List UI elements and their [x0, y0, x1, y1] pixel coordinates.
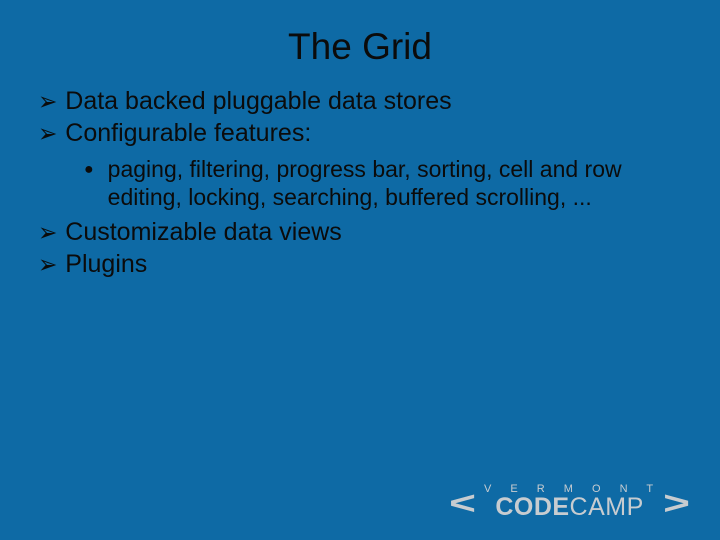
list-item: ● paging, filtering, progress bar, sorti…	[84, 156, 686, 211]
arrow-icon: ➢	[38, 85, 57, 118]
bullet-icon: ●	[84, 156, 94, 211]
sublist: ● paging, filtering, progress bar, sorti…	[38, 150, 686, 217]
list-item-label: paging, filtering, progress bar, sorting…	[108, 156, 668, 211]
arrow-icon: ➢	[38, 248, 57, 281]
list-item: ➢ Plugins	[38, 249, 686, 279]
angle-left-icon: <	[449, 493, 476, 513]
arrow-icon: ➢	[38, 117, 57, 150]
list-item: ➢ Customizable data views	[38, 217, 686, 247]
list-item-label: Configurable features:	[65, 118, 311, 148]
slide: The Grid ➢ Data backed pluggable data st…	[0, 0, 720, 540]
logo-code: CODE	[495, 493, 569, 521]
list-item: ➢ Data backed pluggable data stores	[38, 86, 686, 116]
list-item-label: Data backed pluggable data stores	[65, 86, 451, 116]
logo-main-text: CODECAMP	[478, 493, 661, 522]
arrow-icon: ➢	[38, 216, 57, 249]
slide-content: ➢ Data backed pluggable data stores ➢ Co…	[0, 68, 720, 279]
footer-logo: < V E R M O N T CODECAMP >	[430, 483, 690, 522]
slide-title: The Grid	[0, 0, 720, 68]
list-item-label: Customizable data views	[65, 217, 342, 247]
logo-camp: CAMP	[570, 493, 644, 521]
list-item: ➢ Configurable features:	[38, 118, 686, 148]
list-item-label: Plugins	[65, 249, 147, 279]
angle-right-icon: >	[663, 493, 690, 513]
